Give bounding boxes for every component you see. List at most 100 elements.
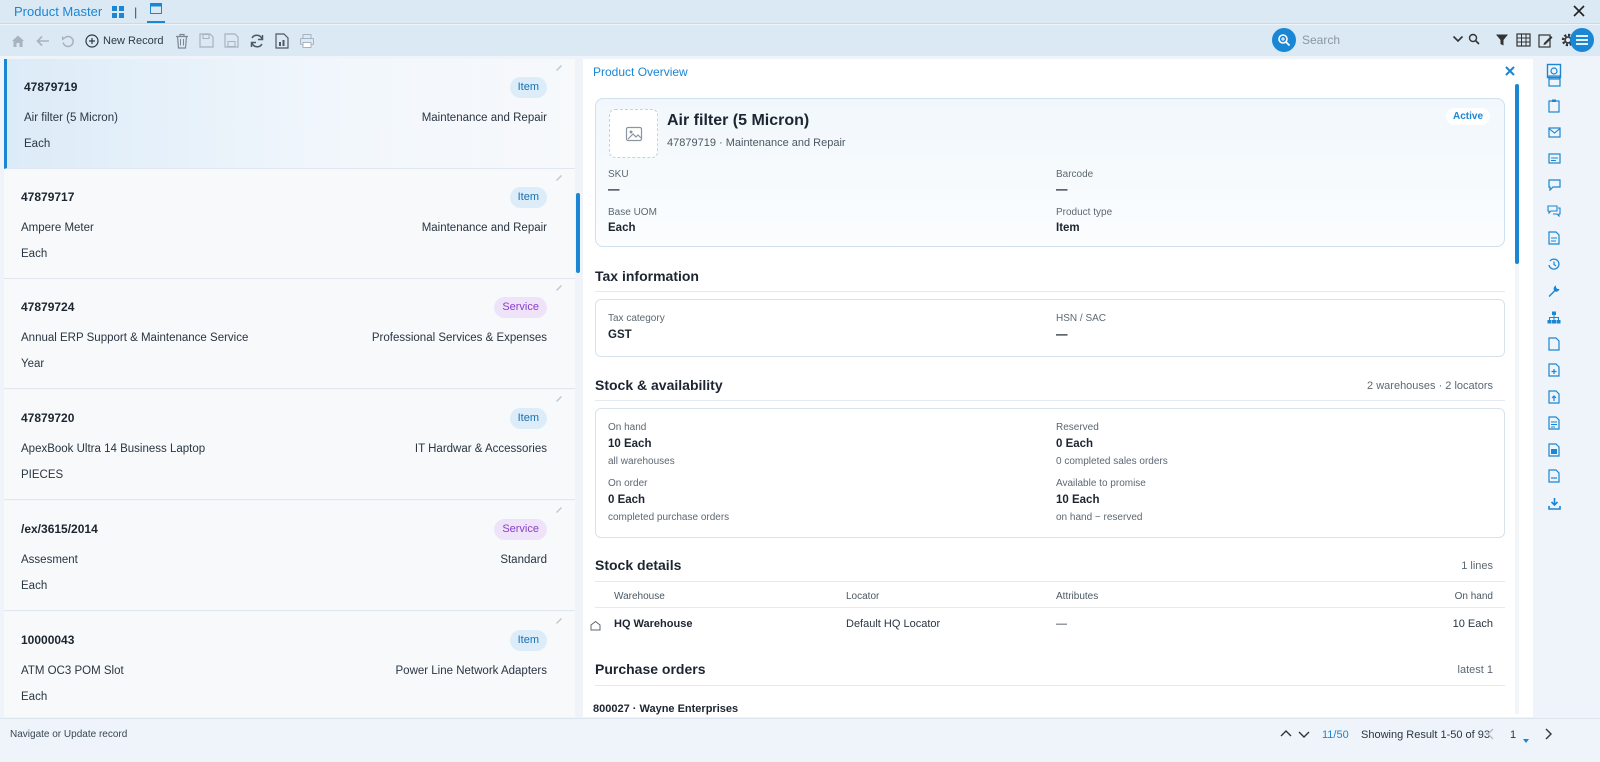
- history-icon[interactable]: [1545, 255, 1563, 273]
- save-new-icon[interactable]: [221, 30, 243, 52]
- list-scrollbar[interactable]: [575, 59, 582, 717]
- pencil-icon[interactable]: [555, 60, 563, 74]
- base-uom-value: Each: [608, 222, 636, 234]
- edit-icon[interactable]: [1535, 29, 1556, 51]
- stock-section-title: Stock & availability: [595, 377, 723, 393]
- previous-page-icon[interactable]: [1483, 726, 1499, 745]
- detail-scrollbar-thumb[interactable]: [1515, 84, 1519, 264]
- pencil-icon[interactable]: [555, 502, 563, 516]
- page-dropdown-icon[interactable]: [1522, 733, 1530, 747]
- product-name: Annual ERP Support & Maintenance Service: [21, 332, 249, 344]
- stock-section-meta: 2 warehouses · 2 locators: [1367, 380, 1493, 392]
- product-uom: Each: [21, 691, 48, 703]
- list-item[interactable]: 47879717 Item Ampere Meter Maintenance a…: [4, 169, 575, 279]
- report-icon[interactable]: [271, 30, 293, 52]
- hsn-value: —: [1056, 329, 1068, 341]
- window-title: Product Master: [14, 4, 103, 19]
- column-header-on-hand[interactable]: On hand: [1455, 591, 1493, 602]
- filter-icon[interactable]: [1491, 29, 1512, 51]
- back-arrow-icon[interactable]: [32, 30, 54, 52]
- file-list-icon[interactable]: [1545, 441, 1563, 459]
- search-icon[interactable]: [1272, 28, 1296, 52]
- title-bar: Product Master |: [0, 0, 1600, 24]
- pencil-icon[interactable]: [555, 391, 563, 405]
- chevron-up-icon[interactable]: [1278, 726, 1294, 745]
- type-badge: Service: [494, 297, 547, 318]
- file-icon[interactable]: [1545, 335, 1563, 353]
- list-scrollbar-thumb[interactable]: [576, 193, 580, 273]
- list-item[interactable]: 10000043 Item ATM OC3 POM Slot Power Lin…: [4, 612, 575, 717]
- record-position: 11/50: [1322, 729, 1349, 741]
- refresh-icon[interactable]: [246, 30, 268, 52]
- download-icon[interactable]: [1545, 494, 1563, 512]
- search-input[interactable]: [1302, 29, 1452, 51]
- grid-view-icon[interactable]: [112, 5, 125, 18]
- pencil-icon[interactable]: [555, 170, 563, 184]
- chat-icon[interactable]: [1545, 176, 1563, 194]
- single-record-view-tab[interactable]: [147, 1, 166, 23]
- column-header-attributes[interactable]: Attributes: [1056, 591, 1098, 602]
- undo-icon[interactable]: [57, 30, 79, 52]
- product-name: Assesment: [21, 554, 78, 566]
- print-icon[interactable]: [296, 30, 318, 52]
- on-hand-label: On hand: [608, 422, 647, 433]
- on-hand-sub: all warehouses: [608, 456, 675, 467]
- hamburger-menu-icon[interactable]: [1570, 28, 1594, 52]
- product-name: Ampere Meter: [21, 222, 94, 234]
- delete-icon[interactable]: [171, 30, 193, 52]
- barcode-label: Barcode: [1056, 169, 1094, 180]
- file-upload-icon[interactable]: [1545, 388, 1563, 406]
- clipboard-icon[interactable]: [1545, 97, 1563, 115]
- product-name: ATM OC3 POM Slot: [21, 665, 124, 677]
- pencil-icon[interactable]: [555, 613, 563, 627]
- tax-info-box: Tax category GST HSN / SAC —: [595, 299, 1505, 357]
- hierarchy-icon[interactable]: [1545, 308, 1563, 326]
- close-panel-icon[interactable]: [1504, 65, 1516, 80]
- plus-circle-icon: [85, 33, 99, 48]
- product-code: /ex/3615/2014: [21, 522, 98, 536]
- next-page-icon[interactable]: [1540, 726, 1556, 745]
- pencil-icon[interactable]: [555, 280, 563, 294]
- file-add-icon[interactable]: [1545, 361, 1563, 379]
- document-icon[interactable]: [1545, 229, 1563, 247]
- title-separator: |: [134, 4, 138, 19]
- list-item[interactable]: 47879719 Item Air filter (5 Micron) Main…: [4, 59, 575, 169]
- list-item[interactable]: 47879724 Service Annual ERP Support & Ma…: [4, 279, 575, 389]
- search-go-icon[interactable]: [1468, 33, 1480, 48]
- chevron-down-icon[interactable]: [1452, 33, 1464, 47]
- status-message: Navigate or Update record: [10, 729, 128, 740]
- column-header-locator[interactable]: Locator: [846, 591, 879, 602]
- close-window-icon[interactable]: [1570, 2, 1588, 23]
- image-placeholder-icon[interactable]: [609, 109, 658, 158]
- calendar-icon[interactable]: [1545, 71, 1563, 89]
- wrench-icon[interactable]: [1545, 282, 1563, 300]
- on-order-sub: completed purchase orders: [608, 512, 730, 523]
- product-code: 47879717: [21, 190, 75, 204]
- file-text-icon[interactable]: [1545, 414, 1563, 432]
- purchase-order-row[interactable]: 800027 · Wayne Enterprises: [593, 703, 738, 715]
- list-item[interactable]: /ex/3615/2014 Service Assesment Standard…: [4, 501, 575, 611]
- page-number[interactable]: 1: [1510, 729, 1516, 741]
- discussion-icon[interactable]: [1545, 202, 1563, 220]
- list-item[interactable]: 47879720 Item ApexBook Ultra 14 Business…: [4, 390, 575, 500]
- product-category: Standard: [500, 554, 547, 566]
- type-badge: Service: [494, 519, 547, 540]
- action-sidebar: [1536, 57, 1572, 717]
- stock-details-title: Stock details: [595, 557, 682, 573]
- save-icon[interactable]: [196, 30, 218, 52]
- grid-table-icon[interactable]: [1513, 29, 1534, 51]
- file-export-icon[interactable]: [1545, 467, 1563, 485]
- product-uom: Each: [21, 248, 48, 260]
- chevron-down-icon[interactable]: [1296, 726, 1312, 745]
- sku-value: —: [608, 184, 620, 196]
- new-record-label: New Record: [103, 34, 164, 47]
- mail-icon[interactable]: [1545, 123, 1563, 141]
- divider: [595, 291, 1505, 292]
- home-icon[interactable]: [7, 30, 29, 52]
- warehouse-icon: [590, 620, 601, 634]
- product-category: Maintenance and Repair: [421, 222, 547, 234]
- card-icon[interactable]: [1545, 149, 1563, 167]
- new-record-button[interactable]: New Record: [85, 33, 164, 48]
- divider: [595, 685, 1505, 686]
- column-header-warehouse[interactable]: Warehouse: [614, 591, 665, 602]
